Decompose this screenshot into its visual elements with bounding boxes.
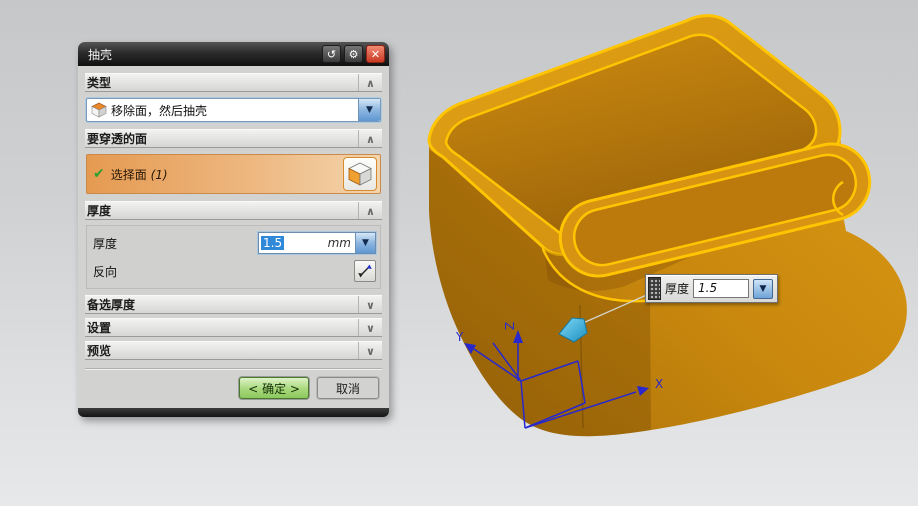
dialog-body: 类型 ∧ 移除面，然后抽壳 ▼ 要穿透的面 ∧ ✔ 选择面 (1) 厚度 ∧ 厚… [78, 66, 389, 407]
select-face-label: 选择面 (1) [110, 167, 168, 182]
onscreen-thickness-dropdown-button[interactable]: ▼ [753, 278, 774, 299]
section-header-alt-thickness[interactable]: 备选厚度 ∨ [85, 295, 382, 314]
dialog-titlebar[interactable]: 抽壳 ↺ ⚙ ✕ [78, 42, 389, 66]
chevron-down-icon[interactable]: ∨ [358, 342, 382, 359]
section-label: 要穿透的面 [87, 132, 148, 146]
dialog-resize-bar[interactable] [78, 408, 389, 417]
drag-handle[interactable] [648, 277, 661, 300]
thickness-group: 厚度 1.5 mm ▼ 反向 [86, 225, 381, 289]
reverse-label: 反向 [93, 264, 118, 279]
axis-label-z: Z [503, 322, 517, 330]
close-button[interactable]: ✕ [366, 45, 385, 63]
selection-count: (1) [150, 167, 168, 182]
chevron-up-icon[interactable]: ∧ [358, 74, 382, 91]
face-cube-icon [348, 162, 372, 186]
chevron-up-icon[interactable]: ∧ [358, 202, 382, 219]
close-icon: ✕ [370, 47, 381, 61]
shell-type-dropdown[interactable]: 移除面，然后抽壳 ▼ [86, 98, 381, 122]
reset-icon: ↺ [326, 47, 337, 61]
gear-icon: ⚙ [348, 47, 359, 61]
thickness-input[interactable]: 1.5 mm ▼ [258, 232, 376, 254]
chevron-up-icon[interactable]: ∧ [358, 130, 382, 147]
chevron-down-icon: ▼ [366, 105, 373, 115]
section-header-preview[interactable]: 预览 ∨ [85, 341, 382, 360]
cancel-button[interactable]: 取消 [317, 377, 379, 399]
section-label: 厚度 [87, 204, 112, 218]
chevron-down-icon[interactable]: ∨ [358, 319, 382, 336]
chevron-down-icon[interactable]: ∨ [358, 296, 382, 313]
shell-type-value: 移除面，然后抽壳 [111, 103, 208, 118]
section-label: 设置 [87, 321, 112, 335]
onscreen-input-bar[interactable]: 厚度 1.5 ▼ [645, 274, 779, 303]
thickness-unit: mm [327, 236, 351, 250]
check-icon: ✔ [93, 166, 105, 182]
model-3d[interactable] [427, 14, 907, 437]
thickness-unit-dropdown-button[interactable]: ▼ [355, 233, 375, 253]
reverse-direction-button[interactable] [354, 260, 376, 282]
section-header-settings[interactable]: 设置 ∨ [85, 318, 382, 337]
onscreen-thickness-input[interactable]: 1.5 [693, 279, 750, 298]
section-label: 类型 [87, 76, 112, 90]
onscreen-thickness-label: 厚度 [665, 282, 690, 296]
chevron-down-icon: ▼ [759, 283, 767, 294]
shell-type-icon [91, 102, 107, 118]
select-face-row[interactable]: ✔ 选择面 (1) [86, 154, 381, 194]
reset-button[interactable]: ↺ [322, 45, 341, 63]
dialog-title: 抽壳 [88, 47, 113, 62]
shell-dialog: 抽壳 ↺ ⚙ ✕ 类型 ∧ 移除面，然后抽壳 ▼ 要穿透的面 ∧ ✔ 选择面 (… [78, 42, 389, 417]
section-label: 备选厚度 [87, 298, 136, 312]
thickness-value[interactable]: 1.5 [261, 236, 285, 250]
section-header-faces[interactable]: 要穿透的面 ∧ [85, 129, 382, 148]
reverse-direction-icon [358, 264, 372, 278]
dialog-options-button[interactable]: ⚙ [344, 45, 363, 63]
select-face-button[interactable] [343, 157, 377, 191]
thickness-label: 厚度 [93, 236, 118, 251]
axis-label-x: X [655, 377, 663, 391]
section-header-type[interactable]: 类型 ∧ [85, 73, 382, 92]
section-header-thickness[interactable]: 厚度 ∧ [85, 201, 382, 220]
ok-button[interactable]: < 确定 > [239, 377, 309, 399]
section-label: 预览 [87, 344, 112, 358]
application-window: { "dialog": { "title": "抽壳", "type_secti… [0, 0, 918, 506]
chevron-down-icon: ▼ [362, 238, 369, 248]
axis-label-y: Y [455, 330, 464, 344]
shell-type-dropdown-button[interactable]: ▼ [358, 99, 380, 121]
